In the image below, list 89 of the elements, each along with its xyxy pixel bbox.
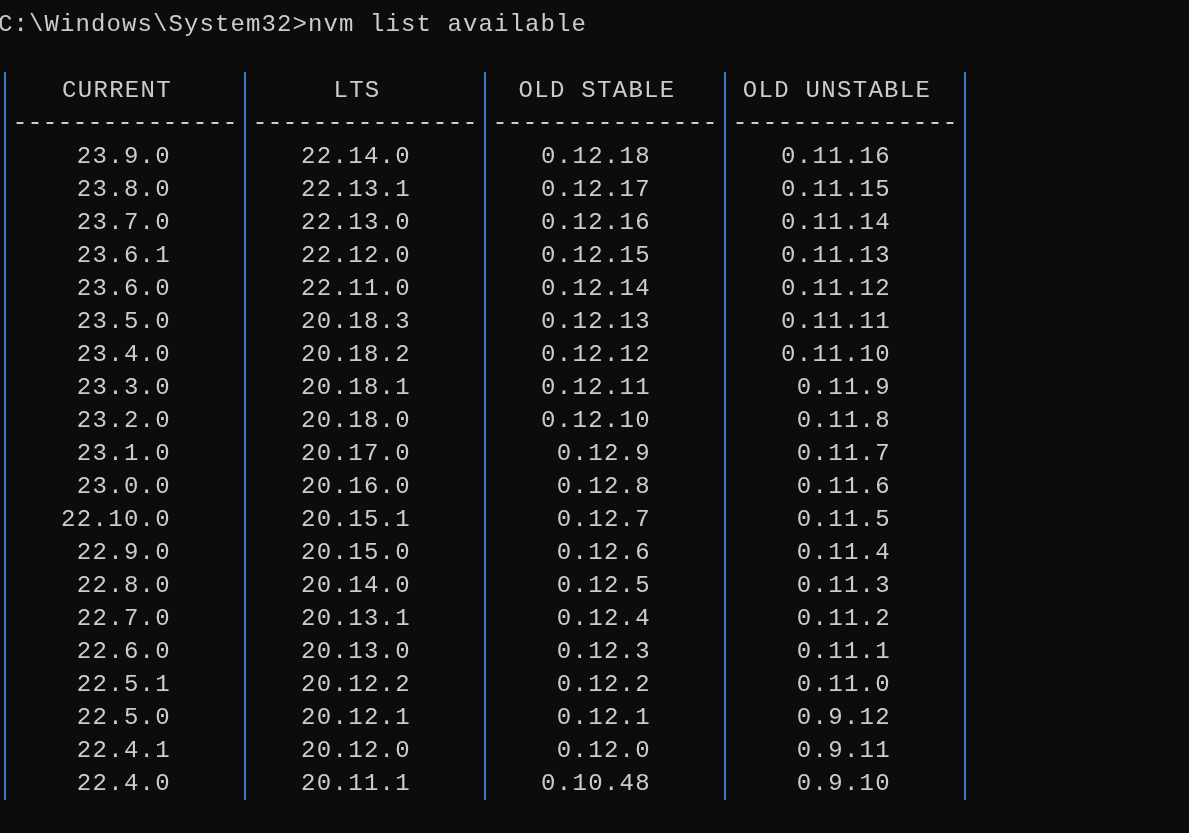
table-cell-text: 23.2.0 [75, 406, 172, 436]
table-cell-text: 20.14.0 [300, 571, 412, 601]
table-cell-text: 0.11.2 [795, 604, 892, 634]
table-cell-text: 22.9.0 [75, 538, 172, 568]
table-cell-text: 0.11.1 [795, 637, 892, 667]
table-cell-text: 0.12.18 [540, 142, 652, 172]
table-cell-text: 0.11.13 [780, 241, 892, 271]
column-header: CURRENT [61, 76, 173, 106]
table-cell-text: 22.6.0 [75, 637, 172, 667]
table-cell-text: 0.12.2 [555, 670, 652, 700]
table-cell-text: 0.9.11 [795, 736, 892, 766]
table-cell-text: 22.5.1 [75, 670, 172, 700]
table-cell-text: 0.10.48 [540, 769, 652, 799]
table-cell-text: 23.9.0 [75, 142, 172, 172]
table-cell-text: 0.11.11 [780, 307, 892, 337]
table-cell-text: 20.12.1 [300, 703, 412, 733]
table-cell-text: 0.12.14 [540, 274, 652, 304]
table-cell-text: 0.9.10 [795, 769, 892, 799]
table-cell-text: 0.11.15 [780, 175, 892, 205]
header-rule: --------------- [11, 108, 239, 140]
table-cell-text: 0.9.12 [795, 703, 892, 733]
table-cell-text: 0.12.15 [540, 241, 652, 271]
table-cell-text: 22.10.0 [60, 505, 172, 535]
table-cell-text: 0.12.0 [555, 736, 652, 766]
table-cell-text: 20.13.0 [300, 637, 412, 667]
column-header: OLD STABLE [517, 76, 677, 106]
table-cell-text: 22.13.1 [300, 175, 412, 205]
table-cell-text: 0.11.4 [795, 538, 892, 568]
table-cell-text: 22.7.0 [75, 604, 172, 634]
table-cell-text: 20.15.1 [300, 505, 412, 535]
table-cell-text: 22.5.0 [75, 703, 172, 733]
table-cell-text: 0.12.6 [555, 538, 652, 568]
column-header: OLD UNSTABLE [741, 76, 933, 106]
table-cell-text: 23.3.0 [75, 373, 172, 403]
table-cell-text: 22.13.0 [300, 208, 412, 238]
table-cell-text: 0.11.5 [795, 505, 892, 535]
table-cell-text: 23.6.0 [75, 274, 172, 304]
table-cell-text: 22.4.0 [75, 769, 172, 799]
command-prompt: C:\Windows\System32>nvm list available [0, 10, 588, 40]
table-cell-text: 23.4.0 [75, 340, 172, 370]
table-cell-text: 0.11.10 [780, 340, 892, 370]
table-cell-text: 0.11.0 [795, 670, 892, 700]
table-cell-text: 23.5.0 [75, 307, 172, 337]
table-cell-text: 0.12.1 [555, 703, 652, 733]
table-cell-text: 20.18.3 [300, 307, 412, 337]
table-cell-text: 0.12.3 [555, 637, 652, 667]
table-cell-text: 0.11.6 [795, 472, 892, 502]
table-cell-text: 20.15.0 [300, 538, 412, 568]
table-cell-text: 0.11.9 [795, 373, 892, 403]
table-cell-text: 0.11.16 [780, 142, 892, 172]
table-cell-text: 0.12.17 [540, 175, 652, 205]
table-cell-text: 0.12.4 [555, 604, 652, 634]
table-cell-text: 0.11.3 [795, 571, 892, 601]
table-cell-text: 0.11.14 [780, 208, 892, 238]
table-cell-text: 22.14.0 [300, 142, 412, 172]
column-header: LTS [332, 76, 382, 106]
table-cell-text: 22.12.0 [300, 241, 412, 271]
table-cell-text: 22.4.1 [75, 736, 172, 766]
table-cell-text: 23.1.0 [75, 439, 172, 469]
table-cell-text: 23.6.1 [75, 241, 172, 271]
table-cell-text: 23.8.0 [75, 175, 172, 205]
table-cell-text: 0.11.8 [795, 406, 892, 436]
table-cell-text: 0.12.13 [540, 307, 652, 337]
table-cell-text: 23.0.0 [75, 472, 172, 502]
header-rule: --------------- [491, 108, 719, 140]
table-cell-text: 20.16.0 [300, 472, 412, 502]
table-cell-text: 0.12.16 [540, 208, 652, 238]
table-cell-text: 20.18.2 [300, 340, 412, 370]
table-cell-text: 0.12.12 [540, 340, 652, 370]
table-cell-text: 22.11.0 [300, 274, 412, 304]
table-cell-text: 20.18.0 [300, 406, 412, 436]
header-rule: --------------- [731, 108, 959, 140]
table-cell-text: 20.13.1 [300, 604, 412, 634]
table-cell-text: 0.11.12 [780, 274, 892, 304]
table-cell-text: 22.8.0 [75, 571, 172, 601]
table-cell-text: 0.12.11 [540, 373, 652, 403]
table-cell-text: 0.11.7 [795, 439, 892, 469]
table-cell-text: 20.12.2 [300, 670, 412, 700]
table-cell-text: 0.12.8 [555, 472, 652, 502]
table-cell-text: 0.12.7 [555, 505, 652, 535]
table-cell-text: 0.12.5 [555, 571, 652, 601]
table-cell-text: 0.12.9 [555, 439, 652, 469]
table-cell-text: 23.7.0 [75, 208, 172, 238]
table-cell-text: 20.12.0 [300, 736, 412, 766]
table-cell-text: 20.17.0 [300, 439, 412, 469]
table-cell-text: 20.18.1 [300, 373, 412, 403]
table-cell-text: 20.11.1 [300, 769, 412, 799]
header-rule: --------------- [251, 108, 479, 140]
table-cell-text: 0.12.10 [540, 406, 652, 436]
